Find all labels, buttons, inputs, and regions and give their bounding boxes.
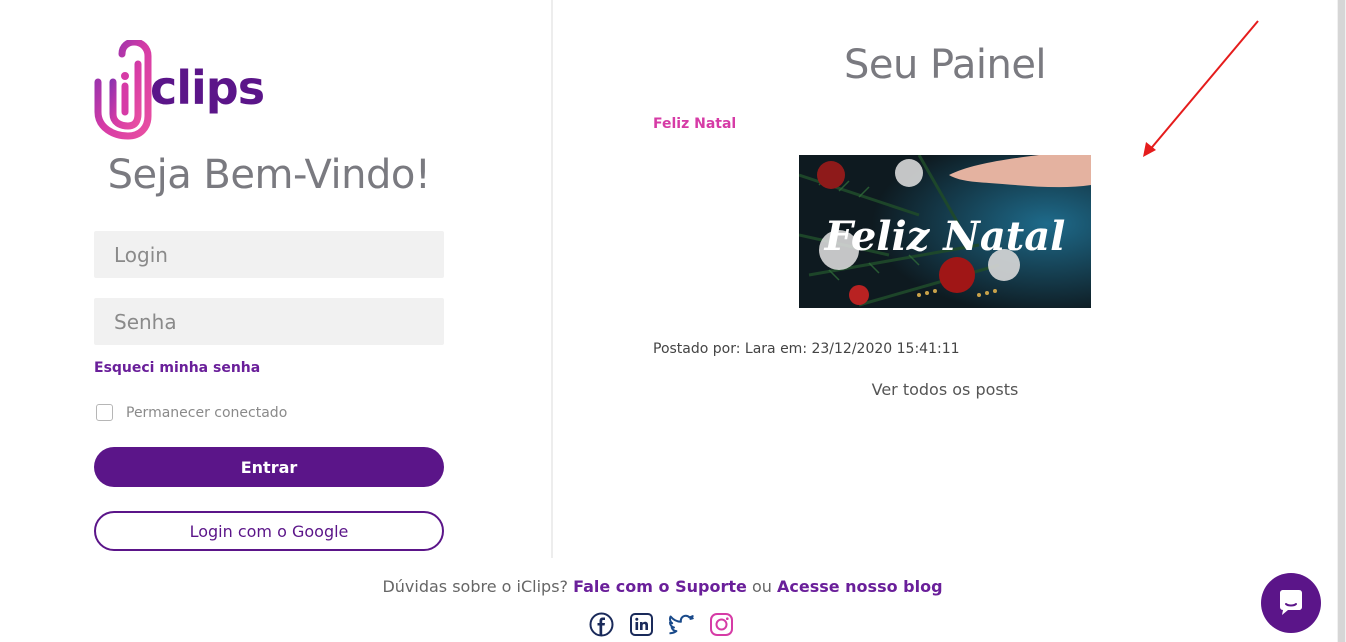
post-image[interactable]: Feliz Natal xyxy=(799,155,1091,308)
remember-me-label: Permanecer conectado xyxy=(126,404,288,421)
footer-text: Dúvidas sobre o iClips? Fale com o Supor… xyxy=(0,577,1325,596)
facebook-icon[interactable] xyxy=(589,612,614,637)
svg-text:clips: clips xyxy=(150,61,264,115)
panel-title: Seu Painel xyxy=(843,42,1047,88)
linkedin-icon[interactable] xyxy=(629,612,654,637)
footer-or: ou xyxy=(751,577,772,596)
forgot-password-link[interactable]: Esqueci minha senha xyxy=(94,360,260,376)
iclips-logo: clips xyxy=(92,38,272,140)
welcome-heading: Seja Bem-Vindo! xyxy=(107,152,431,198)
twitter-icon[interactable] xyxy=(669,612,694,637)
chat-button[interactable] xyxy=(1261,573,1321,633)
blog-link[interactable]: Acesse nosso blog xyxy=(777,577,943,596)
view-all-posts-link[interactable]: Ver todos os posts xyxy=(745,380,1145,399)
password-input[interactable] xyxy=(94,298,444,345)
post-title-link[interactable]: Feliz Natal xyxy=(653,116,736,132)
footer-question: Dúvidas sobre o iClips? xyxy=(382,577,569,596)
login-input[interactable] xyxy=(94,231,444,278)
google-login-button[interactable]: Login com o Google xyxy=(94,511,444,551)
panel-divider xyxy=(551,0,553,558)
scrollbar-thumb[interactable] xyxy=(1338,0,1345,642)
page: clips Seja Bem-Vindo! Esqueci minha senh… xyxy=(0,0,1346,642)
enter-button[interactable]: Entrar xyxy=(94,447,444,487)
post-image-caption: Feliz Natal xyxy=(824,213,1066,260)
post-meta: Postado por: Lara em: 23/12/2020 15:41:1… xyxy=(653,341,960,357)
social-links xyxy=(589,612,734,637)
remember-me-checkbox[interactable] xyxy=(96,404,113,421)
support-link[interactable]: Fale com o Suporte xyxy=(573,577,747,596)
chat-bubble-icon xyxy=(1280,590,1302,615)
scrollbar[interactable] xyxy=(1337,0,1346,642)
remember-me[interactable]: Permanecer conectado xyxy=(96,404,287,421)
instagram-icon[interactable] xyxy=(709,612,734,637)
annotation-arrow xyxy=(1143,20,1259,157)
